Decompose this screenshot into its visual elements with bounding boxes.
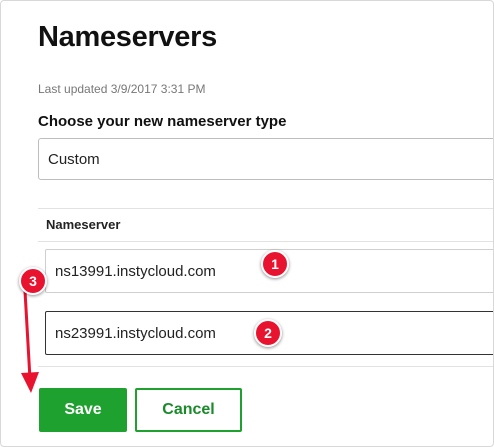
nameserver-type-value: Custom (48, 151, 100, 168)
divider (38, 241, 493, 242)
nameserver-type-select[interactable]: Custom (38, 138, 493, 180)
divider (38, 366, 493, 367)
nameservers-panel: Nameservers Last updated 3/9/2017 3:31 P… (0, 0, 494, 447)
annotation-badge-2: 2 (254, 319, 282, 347)
annotation-arrow-icon (21, 289, 39, 393)
save-button[interactable]: Save (39, 388, 127, 432)
page-title: Nameservers (38, 21, 217, 53)
nameserver-column-header: Nameserver (46, 217, 121, 232)
annotation-badge-1: 1 (261, 250, 289, 278)
annotation-badge-3: 3 (19, 267, 47, 295)
last-updated-text: Last updated 3/9/2017 3:31 PM (38, 82, 206, 96)
cancel-button[interactable]: Cancel (135, 388, 242, 432)
divider (38, 208, 493, 209)
nameserver-type-label: Choose your new nameserver type (38, 113, 287, 130)
